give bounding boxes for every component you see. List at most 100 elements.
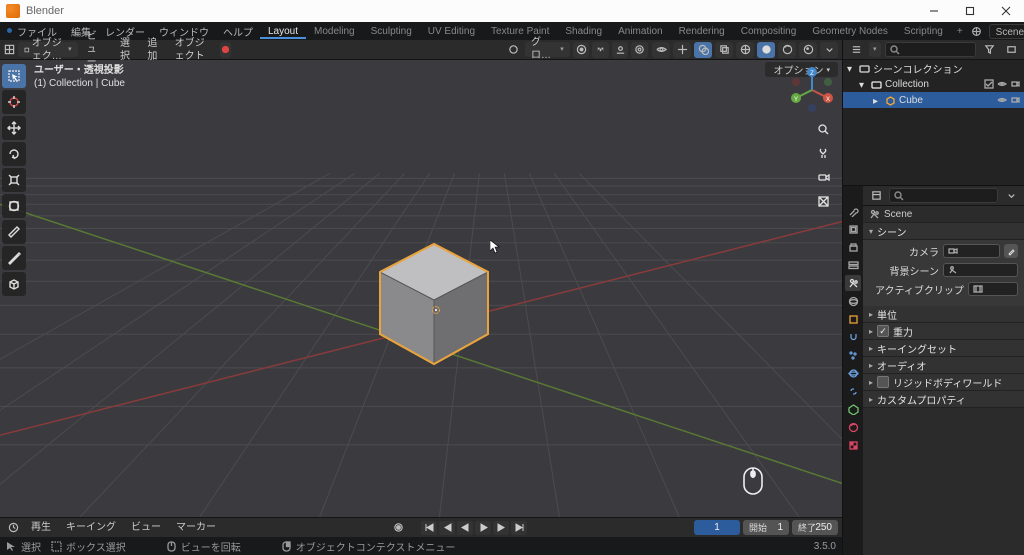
shading-dropdown[interactable] [820, 42, 838, 58]
workspace-render[interactable]: Rendering [671, 24, 733, 39]
current-frame-field[interactable]: 1 [694, 520, 740, 535]
snap-dropdown[interactable] [612, 42, 629, 58]
ptab-scene[interactable] [845, 275, 861, 291]
shading-material[interactable] [778, 42, 796, 58]
tool-cursor[interactable] [2, 90, 26, 114]
xray-toggle[interactable] [715, 42, 733, 58]
move-view-icon[interactable] [814, 144, 832, 162]
transform-orientation-dropdown[interactable]: グロ…▾ [525, 42, 570, 57]
ptab-render[interactable] [845, 221, 861, 237]
ptab-material[interactable] [845, 419, 861, 435]
timeline-menu-marker[interactable]: マーカー [170, 520, 222, 535]
properties-context-path[interactable]: Scene [863, 206, 1024, 223]
workspace-comp[interactable]: Compositing [733, 24, 805, 39]
tool-annotate[interactable] [2, 220, 26, 244]
ptab-texture[interactable] [845, 437, 861, 453]
properties-options-icon[interactable] [1002, 188, 1020, 204]
next-key-button[interactable] [493, 521, 509, 535]
timeline-editor-icon[interactable] [4, 520, 22, 536]
ptab-tool[interactable] [845, 203, 861, 219]
autokey-toggle[interactable] [389, 520, 407, 536]
workspace-geonodes[interactable]: Geometry Nodes [804, 24, 896, 39]
tool-scale[interactable] [2, 168, 26, 192]
ptab-viewlayer[interactable] [845, 257, 861, 273]
tool-select-box[interactable] [2, 64, 26, 88]
rigid-checkbox[interactable] [877, 376, 889, 388]
object-visibility-icon[interactable] [652, 42, 670, 58]
outliner-collection[interactable]: ▾ Collection [843, 76, 1024, 92]
interaction-mode-dropdown[interactable]: オブジェク…▾ [18, 42, 78, 57]
bg-scene-field[interactable] [943, 263, 1018, 277]
ptab-output[interactable] [845, 239, 861, 255]
tool-transform[interactable] [2, 194, 26, 218]
camera-eyedropper[interactable] [1004, 244, 1018, 258]
workspace-anim[interactable]: Animation [610, 24, 670, 39]
camera-field[interactable] [943, 244, 1000, 258]
view3d-menu-add[interactable]: 追加 [141, 42, 165, 57]
outliner-display-mode[interactable]: ▾ [869, 42, 881, 57]
pivot-dropdown[interactable] [573, 42, 590, 58]
proportional-edit-toggle[interactable] [631, 42, 648, 58]
outliner-new-collection[interactable] [1002, 42, 1020, 58]
outliner-object-cube[interactable]: ▸ Cube [843, 92, 1024, 108]
view3d-menu-view[interactable]: ビュー [81, 42, 111, 57]
shading-rendered[interactable] [799, 42, 817, 58]
gravity-checkbox[interactable] [877, 325, 889, 337]
zoom-icon[interactable] [814, 120, 832, 138]
outliner-editor-icon[interactable] [847, 42, 865, 58]
minimize-button[interactable] [916, 0, 952, 22]
workspace-layout[interactable]: Layout [260, 24, 306, 39]
prev-key-button[interactable] [439, 521, 455, 535]
menu-help[interactable]: ヘルプ [216, 22, 260, 41]
workspace-uv[interactable]: UV Editing [420, 24, 483, 39]
tool-move[interactable] [2, 116, 26, 140]
timeline-menu-keying[interactable]: キーイング [60, 520, 122, 535]
camera-view-icon[interactable] [814, 168, 832, 186]
view3d-menu-object[interactable]: オブジェクト [169, 42, 218, 57]
orientation-icon[interactable] [505, 42, 522, 58]
overlays-toggle[interactable] [694, 42, 712, 58]
ptab-world[interactable] [845, 293, 861, 309]
tool-measure[interactable] [2, 246, 26, 270]
perspective-toggle-icon[interactable] [814, 192, 832, 210]
ptab-particles[interactable] [845, 347, 861, 363]
properties-editor-icon[interactable] [867, 188, 885, 204]
jump-start-button[interactable] [421, 521, 437, 535]
workspace-sculpting[interactable]: Sculpting [363, 24, 420, 39]
ptab-physics[interactable] [845, 365, 861, 381]
shading-solid[interactable] [757, 42, 775, 58]
scene-name-field[interactable]: Scene [989, 24, 1024, 39]
workspace-script[interactable]: Scripting [896, 24, 951, 39]
workspace-modeling[interactable]: Modeling [306, 24, 363, 39]
view3d-menu-select[interactable]: 選択 [114, 42, 138, 57]
ptab-data[interactable] [845, 401, 861, 417]
outliner-filter-icon[interactable] [980, 42, 998, 58]
timeline-menu-view[interactable]: ビュー [125, 520, 167, 535]
start-frame-field[interactable]: 開始1 [743, 520, 789, 535]
properties-search[interactable] [889, 188, 998, 203]
snap-toggle[interactable] [592, 42, 609, 58]
scene-browse-icon[interactable] [969, 24, 985, 38]
record-icon[interactable] [220, 42, 231, 58]
workspace-add-button[interactable]: + [951, 24, 969, 39]
shading-wireframe[interactable] [736, 42, 754, 58]
close-button[interactable] [988, 0, 1024, 22]
end-frame-field[interactable]: 終了250 [792, 520, 838, 535]
editor-type-icon[interactable] [4, 42, 15, 58]
outliner-search[interactable] [885, 42, 976, 57]
timeline-menu-playback[interactable]: 再生 [25, 520, 57, 535]
active-clip-field[interactable] [968, 282, 1018, 296]
workspace-shading[interactable]: Shading [557, 24, 610, 39]
maximize-button[interactable] [952, 0, 988, 22]
active-object-cube[interactable] [378, 234, 490, 366]
ptab-object[interactable] [845, 311, 861, 327]
play-button[interactable] [475, 521, 491, 535]
tool-add-cube[interactable] [2, 272, 26, 296]
tool-rotate[interactable] [2, 142, 26, 166]
play-reverse-button[interactable] [457, 521, 473, 535]
navigation-gizmo[interactable]: X Y Z [788, 66, 836, 114]
outliner-scene-collection[interactable]: ▾ シーンコレクション [843, 60, 1024, 76]
view3d-viewport[interactable]: オプション▾ [0, 60, 842, 517]
gizmo-dropdown[interactable] [673, 42, 691, 58]
ptab-modifiers[interactable] [845, 329, 861, 345]
